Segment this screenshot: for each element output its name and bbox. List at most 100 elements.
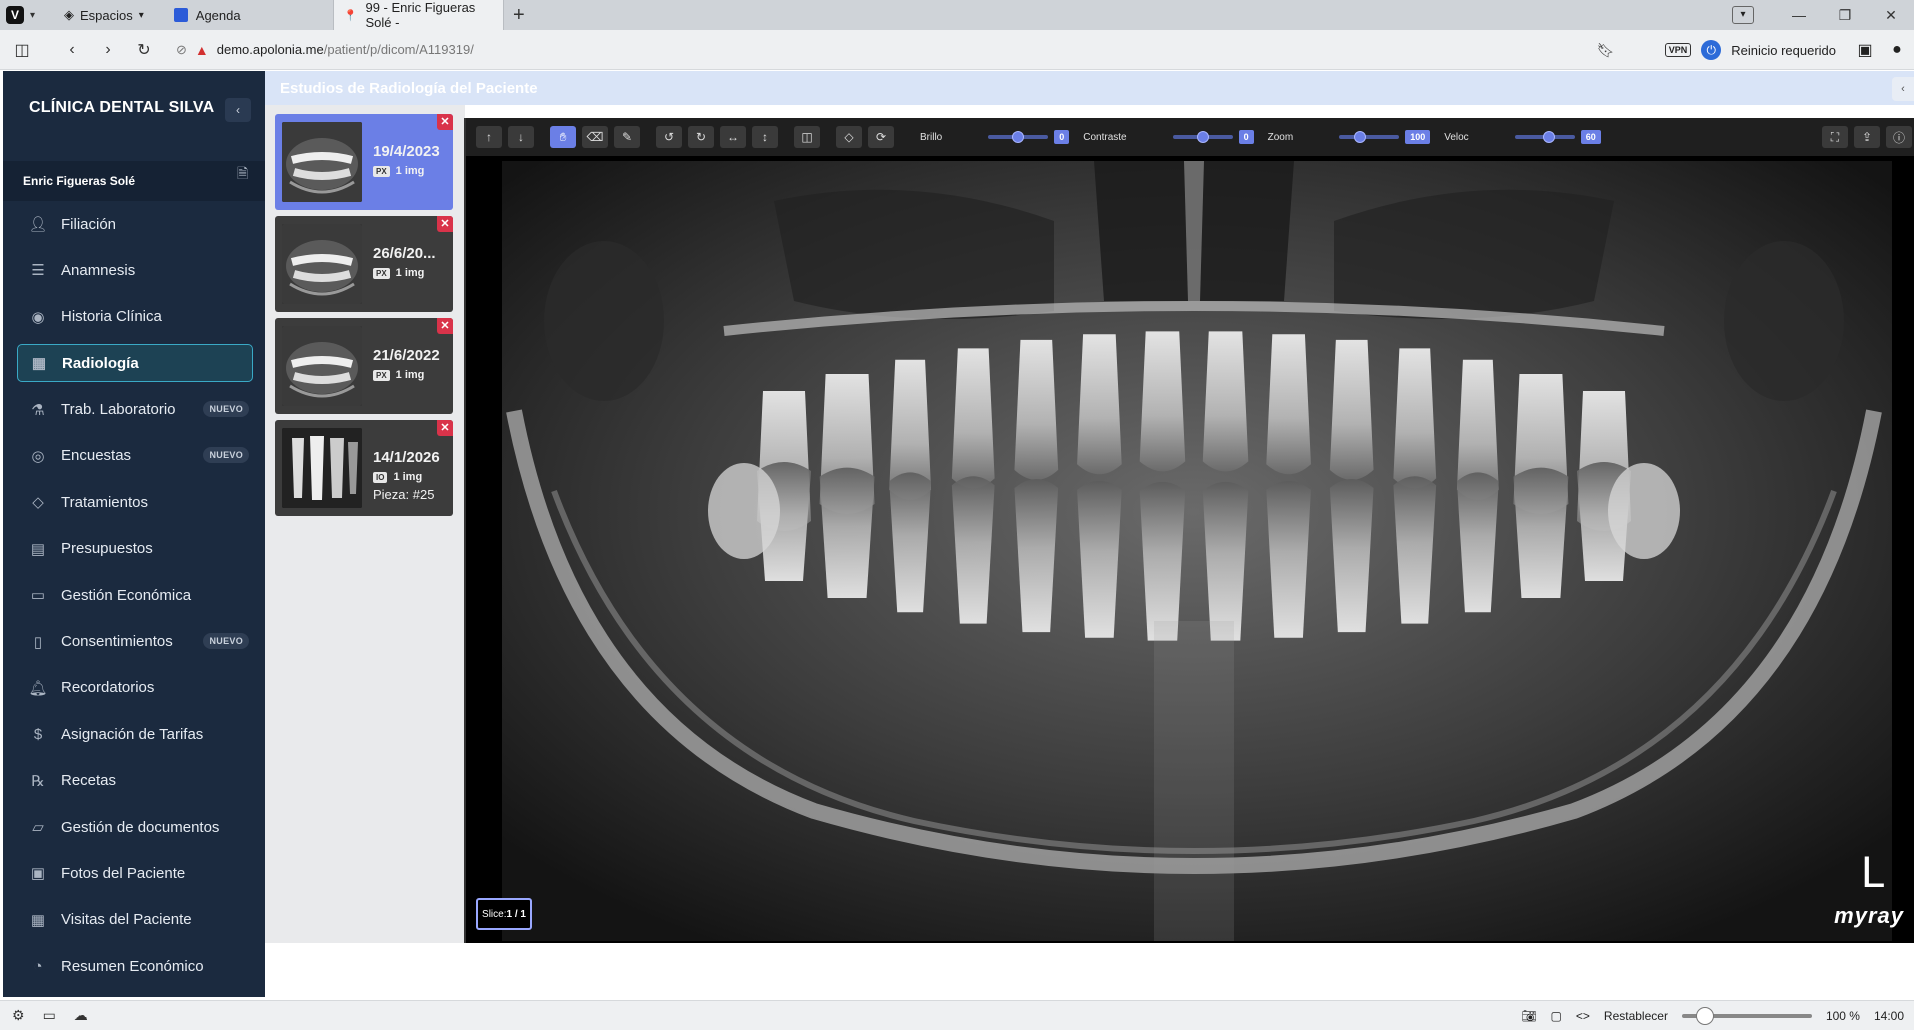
sidebar-item-label: Resumen Económico	[61, 957, 204, 975]
contraste-slider[interactable]	[1172, 131, 1233, 143]
control-value: 0	[1238, 130, 1254, 144]
zoom-slider[interactable]	[1339, 131, 1400, 143]
main-header: Estudios de Radiología del Paciente ‹	[265, 71, 1914, 105]
forward-button[interactable]: ›	[90, 41, 126, 59]
reload-button[interactable]: ↻	[126, 40, 162, 60]
back-button[interactable]: ‹	[54, 41, 90, 59]
tab-agenda[interactable]: Agenda	[164, 0, 334, 30]
study-card[interactable]: 14/1/2026 IO 1 img Pieza: #25 ✕	[275, 420, 453, 516]
study-card[interactable]: 21/6/2022 PX 1 img ✕	[275, 318, 453, 414]
sidebar-item-trab-laboratorio[interactable]: ⚗ Trab. Laboratorio NUEVO	[17, 391, 253, 429]
fullscreen-icon[interactable]: ⛶	[1822, 126, 1848, 148]
flip-horizontal-icon[interactable]: ↔	[720, 126, 746, 148]
close-window-button[interactable]: ✕	[1868, 7, 1914, 24]
sidebar-item-asignacion-de-tarifas[interactable]: $ Asignación de Tarifas	[17, 715, 253, 753]
vivaldi-menu-button[interactable]: V	[0, 0, 30, 30]
sidebar-item-label: Fotos del Paciente	[61, 864, 186, 882]
collapse-sidebar-button[interactable]: ‹	[225, 98, 251, 122]
reset-zoom-button[interactable]: Restablecer	[1604, 1009, 1668, 1023]
sidebar-item-gestion-economica[interactable]: ▭ Gestión Económica	[17, 576, 253, 614]
sidebar-item-label: Radiología	[62, 354, 139, 372]
patient-document-icon[interactable]: 🗎︎	[237, 163, 248, 187]
rotate-right-icon[interactable]: ↻	[688, 126, 714, 148]
code-icon[interactable]: <>	[1576, 1009, 1590, 1023]
sidebar-toggle-icon[interactable]: ◫	[4, 40, 40, 60]
study-list: 19/4/2023 PX 1 img ✕ 26/6/20... PX 1 img…	[265, 105, 465, 943]
delete-study-button[interactable]: ✕	[437, 216, 453, 232]
person-circle-icon: ◉	[31, 308, 45, 326]
calendar-icon: ▦	[30, 911, 46, 929]
url-field[interactable]: ⊘ ▲ demo.apolonia.me/patient/p/dicom/A11…	[176, 42, 474, 58]
sidebar-item-fotos-del-paciente[interactable]: ▣ Fotos del Paciente	[17, 854, 253, 892]
sidebar-item-consentimientos[interactable]: ▯ Consentimientos NUEVO	[17, 623, 253, 661]
xray-image[interactable]	[494, 161, 1892, 941]
xray-icon: ▦	[31, 355, 47, 373]
info-icon[interactable]: ⓘ	[1886, 126, 1912, 148]
sidebar-item-anamnesis[interactable]: ☰ Anamnesis	[17, 251, 253, 289]
flip-vertical-icon[interactable]: ↕	[752, 126, 778, 148]
camera-icon[interactable]: 📷︎	[1521, 1009, 1536, 1023]
study-card[interactable]: 19/4/2023 PX 1 img ✕	[275, 114, 453, 210]
sidebar-item-resumen-economico[interactable]: ◔ Resumen Económico	[17, 947, 253, 985]
sidebar-item-presupuestos[interactable]: ▤ Presupuestos	[17, 530, 253, 568]
chevron-down-icon[interactable]: ▾	[30, 10, 44, 21]
pencil-icon[interactable]: ✎	[614, 126, 640, 148]
sidebar-item-radiologia[interactable]: ▦ Radiología	[17, 344, 253, 383]
study-thumbnail	[282, 224, 362, 304]
restore-button[interactable]: ❐	[1822, 7, 1868, 24]
control-label: Zoom	[1267, 131, 1294, 143]
layout-icon[interactable]: ◫	[794, 126, 820, 148]
upload-icon[interactable]: ⇪	[1854, 126, 1880, 148]
sidebar-item-label: Trab. Laboratorio	[61, 401, 176, 419]
control-value: 60	[1580, 130, 1601, 144]
arrow-up-icon[interactable]: ↑	[476, 126, 502, 148]
sidebar-item-label: Asignación de Tarifas	[61, 725, 204, 743]
pan-hand-icon[interactable]: ✋︎	[550, 126, 576, 148]
window-panel-icon[interactable]: ▭	[43, 1007, 56, 1024]
study-card[interactable]: 26/6/20... PX 1 img ✕	[275, 216, 453, 312]
delete-study-button[interactable]: ✕	[437, 318, 453, 334]
spaces-button[interactable]: ◈ Espacios ▾	[44, 7, 156, 23]
study-meta: PX 1 img	[373, 369, 424, 381]
sidebar-item-encuestas[interactable]: ◎ Encuestas NUEVO	[17, 437, 253, 475]
new-badge: NUEVO	[203, 632, 249, 649]
study-date: 26/6/20...	[373, 245, 436, 262]
minimize-button[interactable]: —	[1776, 7, 1822, 23]
bookmark-icon[interactable]: 🔖︎	[1597, 42, 1615, 59]
sidebar-item-filiacion[interactable]: 👤︎ Filiación	[17, 205, 253, 243]
zoom-slider[interactable]	[1681, 1007, 1812, 1025]
brillo-slider[interactable]	[988, 131, 1049, 143]
reset-icon[interactable]: ⟳	[868, 126, 894, 148]
profile-icon[interactable]: ●	[1886, 39, 1908, 61]
tab-patient[interactable]: 📍 99 - Enric Figueras Solé -	[333, 0, 504, 30]
budget-icon: ▤	[30, 540, 46, 558]
modality-badge: PX	[373, 165, 390, 177]
sidebar-item-tratamientos[interactable]: ◇ Tratamientos	[17, 483, 253, 521]
settings-gear-icon[interactable]: ⚙	[12, 1007, 25, 1024]
sidebar-menu: 👤︎ Filiación ☰ Anamnesis ◉ Historia Clínica ▦ R…	[17, 205, 253, 994]
dicom-viewer: ↑ ↓ ✋︎ ⌫ ✎ ↺ ↻ ↔ ↕ ◫ ◇ ⟳ Brillo 0 Contra…	[464, 118, 1914, 943]
window-icon[interactable]: ▢	[1551, 1009, 1562, 1023]
eraser-tool-icon[interactable]: ⌫	[582, 126, 608, 148]
folder-icon: ▱	[32, 819, 44, 837]
restart-required-label[interactable]: Reinicio requerido	[1731, 43, 1836, 58]
clear-icon[interactable]: ◇	[836, 126, 862, 148]
rotate-left-icon[interactable]: ↺	[656, 126, 682, 148]
vpn-badge[interactable]: VPN	[1664, 43, 1692, 57]
delete-study-button[interactable]: ✕	[437, 114, 453, 130]
power-icon[interactable]: ⏻	[1701, 40, 1722, 60]
delete-study-button[interactable]: ✕	[437, 420, 453, 436]
sidebar-item-visitas-del-paciente[interactable]: ▦ Visitas del Paciente	[17, 901, 253, 939]
sidebar-item-gestion-de-documentos[interactable]: ▱ Gestión de documentos	[17, 808, 253, 846]
veloc-slider[interactable]	[1514, 131, 1575, 143]
collapse-panel-button[interactable]: ‹	[1892, 77, 1914, 101]
new-tab-button[interactable]: +	[504, 4, 534, 27]
gift-icon[interactable]: ▣	[1854, 39, 1876, 61]
sidebar-item-historia-clinica[interactable]: ◉ Historia Clínica	[17, 298, 253, 336]
arrow-down-icon[interactable]: ↓	[508, 126, 534, 148]
tab-list-button[interactable]: ▾	[1732, 6, 1754, 24]
sidebar-item-recetas[interactable]: ℞ Recetas	[17, 762, 253, 800]
sidebar-item-recordatorios[interactable]: 🔔︎ Recordatorios	[17, 669, 253, 707]
cloud-icon[interactable]: ☁	[74, 1007, 88, 1024]
slice-indicator: Slice: 1 / 1	[476, 898, 532, 930]
